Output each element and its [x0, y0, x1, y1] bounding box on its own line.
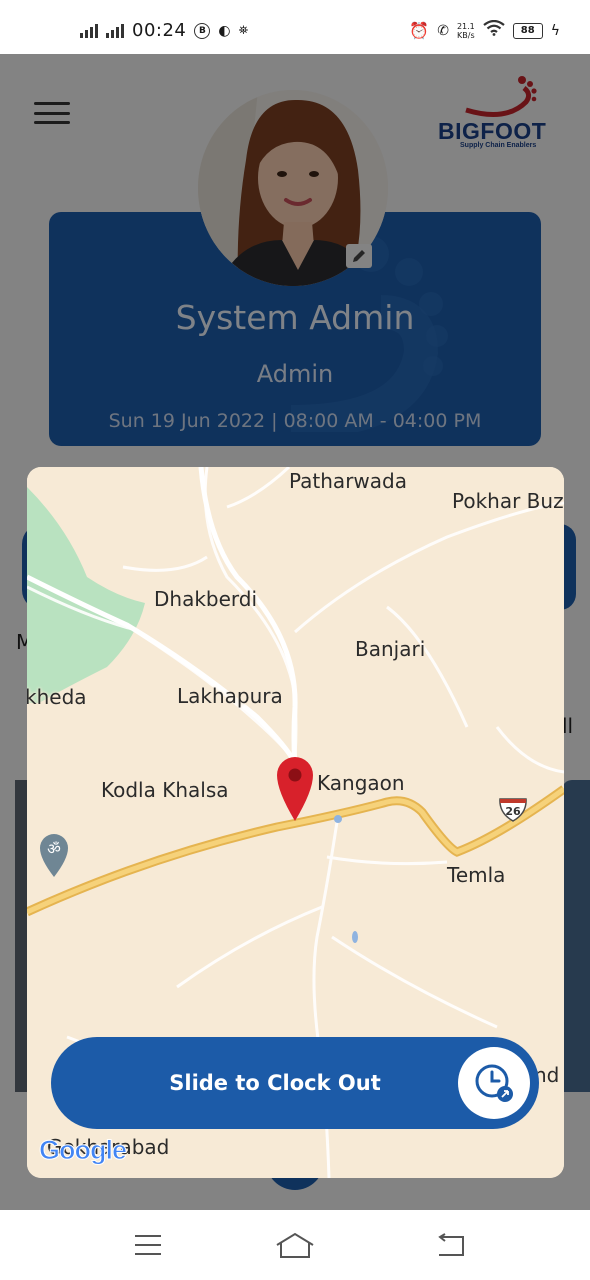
charging-icon: ϟ [550, 22, 560, 39]
network-speed: 21.1 KB/s [457, 22, 475, 40]
b-icon: B [194, 22, 211, 39]
status-time: 00:24 [132, 20, 187, 41]
volte-icon: ✆ [437, 22, 449, 39]
map-place-label: Dhakberdi [154, 587, 258, 611]
app-icon: ⛯ [238, 23, 249, 37]
map-place-label: Lakhapura [177, 684, 283, 708]
slide-to-clock-out[interactable]: Slide to Clock Out [51, 1037, 539, 1129]
map-place-label: kheda [27, 685, 87, 709]
back-icon[interactable] [430, 1230, 470, 1260]
clock-icon [475, 1064, 513, 1102]
status-bar: 00:24 B ◐ ⛯ ⏰ ✆ 21.1 KB/s 88 ϟ [0, 0, 590, 54]
google-logo: Google [39, 1135, 128, 1166]
clock-out-knob[interactable] [458, 1047, 530, 1119]
alarm-icon: ⏰ [409, 21, 430, 40]
map-place-label: Patharwada [289, 469, 407, 493]
slide-label: Slide to Clock Out [169, 1071, 381, 1095]
battery-level: 88 [520, 25, 535, 36]
network-speed-value: 21.1 [456, 21, 475, 31]
map-place-label: Pokhar Buz [452, 489, 564, 513]
map-place-label: Banjari [355, 637, 426, 661]
moon-icon: ◐ [218, 22, 231, 39]
network-speed-unit: KB/s [457, 30, 475, 40]
menu-icon[interactable] [128, 1230, 168, 1260]
signal-icon [80, 23, 98, 38]
location-pin-icon [275, 755, 315, 823]
signal-icon [106, 23, 124, 38]
highway-shield-icon: 26 [497, 797, 529, 823]
map-place-label: Temla [447, 863, 506, 887]
wifi-icon [483, 19, 505, 41]
system-nav-bar [0, 1210, 590, 1280]
home-icon[interactable] [275, 1230, 315, 1260]
map-place-label: Kodla Khalsa [101, 778, 229, 802]
map-place-label: Kangaon [317, 771, 405, 795]
highway-number: 26 [505, 805, 521, 818]
location-map-popup: Patharwada Pokhar Buz Dhakberdi Banjari … [27, 467, 564, 1178]
svg-text:ॐ: ॐ [47, 840, 61, 858]
om-temple-pin-icon[interactable]: ॐ [36, 831, 72, 879]
google-attribution: Google [39, 1135, 128, 1166]
battery-icon: 88 [512, 22, 543, 39]
